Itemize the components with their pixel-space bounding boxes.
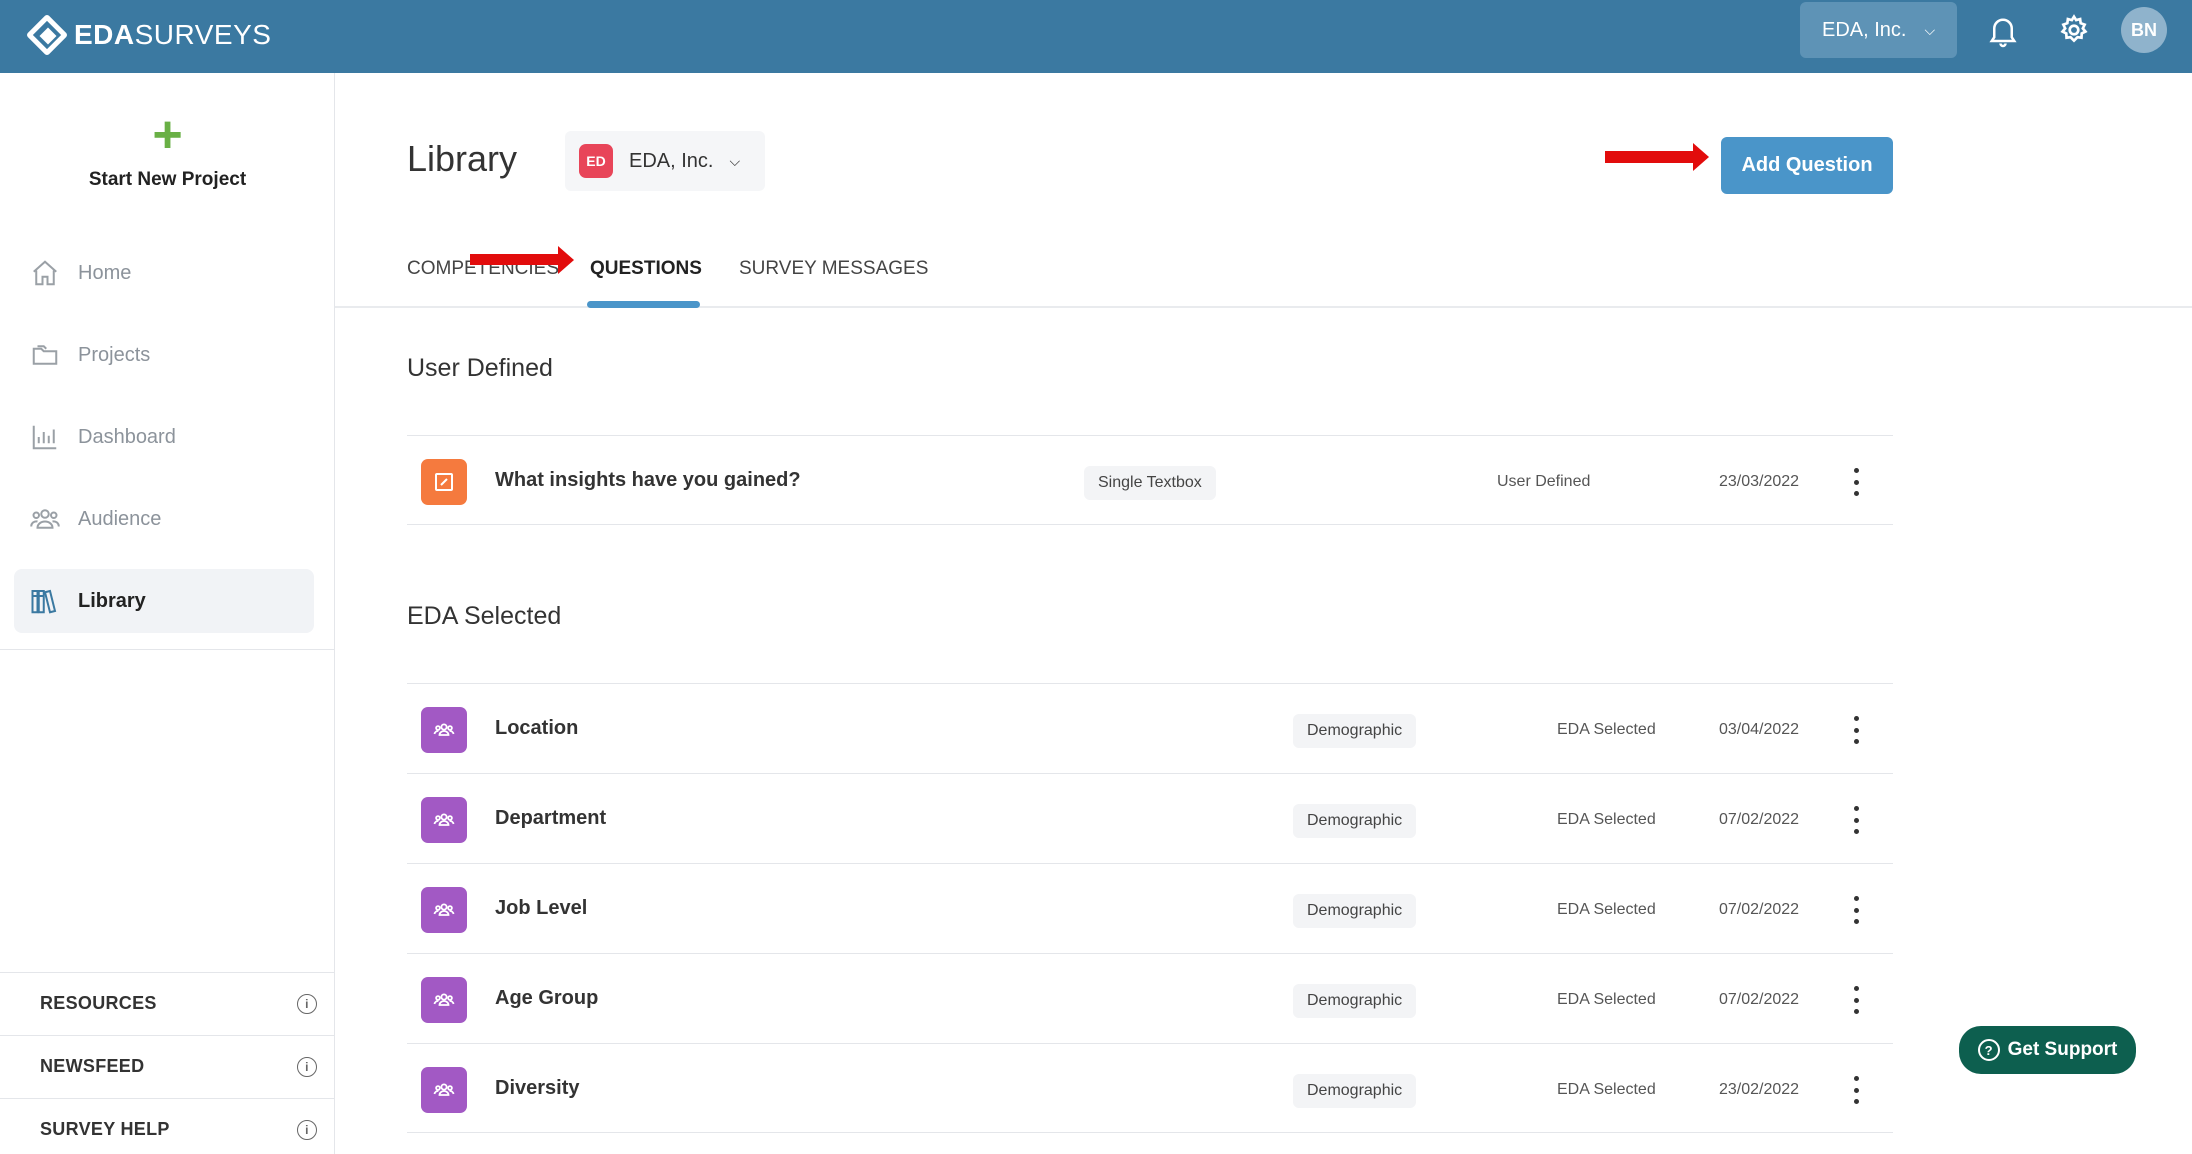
active-tab-indicator xyxy=(587,301,700,308)
question-source: EDA Selected xyxy=(1557,901,1656,918)
folder-icon xyxy=(32,345,58,365)
sidebar-item-label: Projects xyxy=(78,343,151,366)
question-text: Location xyxy=(495,717,579,739)
info-icon[interactable]: i xyxy=(297,1057,317,1077)
question-date: 23/03/2022 xyxy=(1719,473,1800,490)
question-row[interactable]: Department Demographic EDA Selected 07/0… xyxy=(407,773,1893,863)
start-new-project-button[interactable]: + Start New Project xyxy=(0,106,335,191)
library-org-select[interactable]: ED EDA, Inc. ⌵ xyxy=(565,131,765,191)
avatar[interactable]: BN xyxy=(2121,7,2167,53)
edit-icon xyxy=(421,459,467,505)
resources-label: RESOURCES xyxy=(40,993,157,1013)
org-badge: ED xyxy=(579,144,613,178)
sidebar-item-label: Home xyxy=(78,261,132,284)
newsfeed-link[interactable]: NEWSFEED i xyxy=(0,1035,335,1097)
question-source: EDA Selected xyxy=(1557,721,1656,738)
chevron-down-icon: ⌵ xyxy=(729,152,741,169)
question-type-tag: Demographic xyxy=(1293,1074,1417,1108)
question-row[interactable]: Age Group Demographic EDA Selected 07/02… xyxy=(407,953,1893,1043)
annotation-arrow-questions-tab xyxy=(470,246,574,274)
diamond-logo-icon xyxy=(25,13,69,57)
home-icon xyxy=(33,260,57,286)
question-type-tag: Single Textbox xyxy=(1084,466,1216,500)
sidebar-item-projects[interactable]: Projects xyxy=(14,323,314,387)
top-bar: EDASURVEYS EDA, Inc. ⌵ BN xyxy=(0,0,2192,73)
eda-surveys-logo[interactable]: EDASURVEYS xyxy=(25,10,272,60)
question-type-tag: Demographic xyxy=(1293,894,1417,928)
question-date: 07/02/2022 xyxy=(1719,811,1800,828)
question-date: 03/04/2022 xyxy=(1719,721,1800,738)
org-select-label: EDA, Inc. xyxy=(1822,18,1907,41)
sidebar-item-label: Library xyxy=(78,589,146,612)
question-date: 07/02/2022 xyxy=(1719,991,1800,1008)
plus-icon: + xyxy=(152,106,183,164)
bell-icon[interactable] xyxy=(1988,14,2018,48)
survey-help-label: SURVEY HELP xyxy=(40,1119,170,1139)
survey-help-link[interactable]: SURVEY HELP i xyxy=(0,1098,335,1154)
section-title-user-defined: User Defined xyxy=(407,354,553,382)
question-type-tag: Demographic xyxy=(1293,804,1417,838)
people-icon xyxy=(421,977,467,1023)
tab-questions[interactable]: QUESTIONS xyxy=(590,258,702,280)
bar-chart-icon xyxy=(32,425,57,450)
question-row[interactable]: Location Demographic EDA Selected 03/04/… xyxy=(407,683,1893,773)
people-icon xyxy=(421,797,467,843)
books-icon xyxy=(31,589,57,614)
sidebar-item-label: Dashboard xyxy=(78,425,176,448)
chevron-down-icon: ⌵ xyxy=(1924,21,1936,38)
question-source: EDA Selected xyxy=(1557,991,1656,1008)
annotation-arrow-add-question xyxy=(1605,143,1709,171)
question-row[interactable]: What insights have you gained? Single Te… xyxy=(407,435,1893,525)
page-title: Library xyxy=(407,138,518,179)
newsfeed-label: NEWSFEED xyxy=(40,1056,145,1076)
add-question-button[interactable]: Add Question xyxy=(1721,137,1893,194)
people-icon xyxy=(421,1067,467,1113)
question-text: Department xyxy=(495,807,607,829)
gear-icon[interactable] xyxy=(2058,14,2090,46)
people-icon xyxy=(421,707,467,753)
people-icon xyxy=(30,509,60,529)
library-org-name: EDA, Inc. xyxy=(629,149,714,172)
question-date: 23/02/2022 xyxy=(1719,1081,1800,1098)
info-icon[interactable]: i xyxy=(297,994,317,1014)
more-options-icon[interactable] xyxy=(1849,986,1863,1014)
resources-link[interactable]: RESOURCES i xyxy=(0,972,335,1034)
more-options-icon[interactable] xyxy=(1849,1076,1863,1104)
get-support-button[interactable]: ? Get Support xyxy=(1959,1026,2136,1074)
more-options-icon[interactable] xyxy=(1849,716,1863,744)
question-text: Job Level xyxy=(495,897,588,919)
tab-survey-messages[interactable]: SURVEY MESSAGES xyxy=(739,258,928,280)
question-row[interactable]: Diversity Demographic EDA Selected 23/02… xyxy=(407,1043,1893,1133)
sidebar-item-label: Audience xyxy=(78,507,162,530)
sidebar-item-audience[interactable]: Audience xyxy=(14,487,314,551)
question-type-tag: Demographic xyxy=(1293,714,1417,748)
help-circle-icon: ? xyxy=(1977,1039,2000,1061)
sidebar: + Start New Project Home Projects Dashbo… xyxy=(0,73,335,1154)
sidebar-item-library[interactable]: Library xyxy=(14,569,314,633)
section-title-eda-selected: EDA Selected xyxy=(407,602,562,630)
people-icon xyxy=(421,887,467,933)
question-source: User Defined xyxy=(1497,473,1591,490)
question-text: Age Group xyxy=(495,987,599,1009)
more-options-icon[interactable] xyxy=(1849,806,1863,834)
info-icon[interactable]: i xyxy=(297,1120,317,1140)
start-new-project-label: Start New Project xyxy=(88,169,247,190)
question-text: Diversity xyxy=(495,1077,580,1099)
sidebar-item-dashboard[interactable]: Dashboard xyxy=(14,405,314,469)
question-source: EDA Selected xyxy=(1557,811,1656,828)
sidebar-item-home[interactable]: Home xyxy=(14,241,314,305)
get-support-label: Get Support xyxy=(2007,1039,2118,1060)
question-date: 07/02/2022 xyxy=(1719,901,1800,918)
more-options-icon[interactable] xyxy=(1849,896,1863,924)
more-options-icon[interactable] xyxy=(1849,468,1863,496)
question-type-tag: Demographic xyxy=(1293,984,1417,1018)
org-select[interactable]: EDA, Inc. ⌵ xyxy=(1800,2,1957,58)
question-source: EDA Selected xyxy=(1557,1081,1656,1098)
question-text: What insights have you gained? xyxy=(495,469,801,491)
sidebar-divider xyxy=(0,649,335,650)
question-row[interactable]: Job Level Demographic EDA Selected 07/02… xyxy=(407,863,1893,953)
brand-name: EDASURVEYS xyxy=(74,19,272,50)
